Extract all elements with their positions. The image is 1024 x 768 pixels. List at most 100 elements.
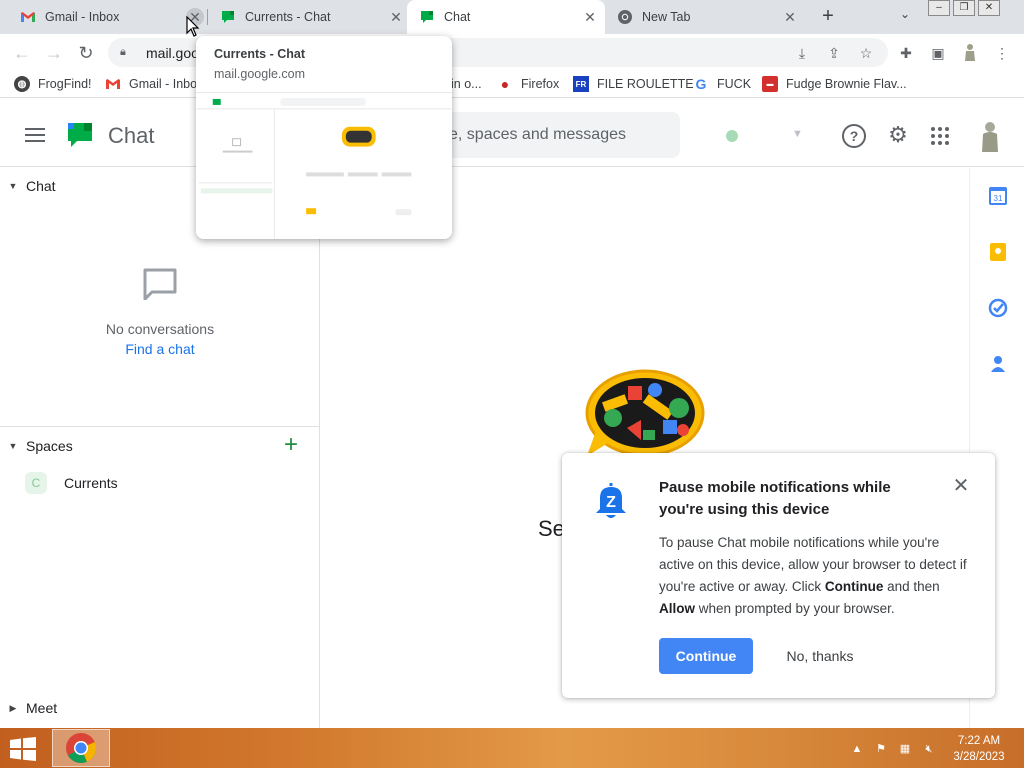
tab-search-icon[interactable]: ⌄ — [896, 7, 914, 25]
bookmark-fudge-brownie[interactable]: ▬ Fudge Brownie Flav... — [762, 75, 907, 93]
pause-notifications-dialog: Z Pause mobile notifications while you'r… — [562, 453, 995, 698]
bookmark-partial[interactable]: in o... — [451, 75, 482, 93]
install-icon[interactable]: ⤓ — [792, 43, 812, 63]
volume-muted-icon[interactable]: 🔇︎ — [922, 742, 936, 756]
file-roulette-icon: FR — [573, 76, 589, 92]
collapse-caret-icon: ▼ — [8, 181, 18, 191]
close-window-icon[interactable]: ✕ — [978, 0, 1000, 16]
menu-icon[interactable]: ⋮ — [992, 43, 1012, 63]
bookmark-label: in o... — [451, 77, 482, 91]
profile-icon[interactable] — [960, 43, 980, 63]
continue-button[interactable]: Continue — [659, 638, 753, 674]
bookmark-firefox[interactable]: ● Firefox — [497, 75, 559, 93]
close-tab-icon[interactable]: ✕ — [581, 8, 599, 26]
notification-bell-icon: Z — [596, 483, 626, 518]
help-icon[interactable]: ? — [842, 124, 866, 148]
tab-title: Gmail - Inbox — [45, 10, 120, 24]
extensions-icon[interactable]: ✚ — [896, 43, 916, 63]
google-icon: G — [695, 76, 707, 92]
tab-hover-preview: Currents - Chat mail.google.com — [196, 36, 452, 239]
bookmark-label: Firefox — [521, 77, 560, 91]
contacts-icon[interactable] — [988, 354, 1008, 374]
tab-chat[interactable]: Chat ✕ — [407, 0, 605, 34]
window-controls: – ❐ ✕ — [928, 0, 1003, 18]
bookmark-label: Fudge Brownie Flav... — [786, 77, 907, 91]
main-menu-icon[interactable] — [24, 124, 46, 146]
preview-title: Currents - Chat — [214, 47, 305, 61]
tray-chevron-up-icon[interactable]: ▲ — [850, 742, 864, 756]
spaces-section-header[interactable]: ▼ Spaces — [0, 428, 320, 464]
globe-icon: ◍ — [14, 76, 30, 92]
action-center-flag-icon[interactable]: ⚑ — [874, 742, 888, 756]
svg-text:Z: Z — [606, 494, 616, 511]
no-thanks-button[interactable]: No, thanks — [774, 638, 866, 674]
forward-icon[interactable]: → — [42, 41, 66, 65]
search-placeholder: e, spaces and messages — [449, 126, 626, 143]
share-icon[interactable]: ⇪ — [824, 43, 844, 63]
tab-new-tab[interactable]: New Tab ✕ — [607, 0, 807, 34]
new-tab-button[interactable]: + — [817, 6, 839, 28]
tab-gmail-inbox[interactable]: Gmail - Inbox ✕ — [12, 0, 204, 34]
bookmark-gmail[interactable]: Gmail - Inbo — [105, 75, 197, 93]
chat-hero-illustration — [585, 369, 705, 457]
maximize-icon[interactable]: ❐ — [953, 0, 975, 16]
lock-icon: 🔒︎ — [120, 46, 126, 58]
windows-taskbar: ▲ ⚑ ▦ 🔇︎ 7:22 AM 3/28/2023 — [0, 728, 1024, 768]
svg-text:31: 31 — [994, 194, 1003, 203]
app-title: Chat — [108, 123, 155, 148]
status-dot — [726, 130, 738, 142]
close-tab-icon[interactable]: ✕ — [781, 8, 799, 26]
body-text: and then — [883, 579, 940, 594]
close-tab-icon[interactable]: ✕ — [387, 8, 405, 26]
meet-section-header[interactable]: ▶ Meet — [0, 694, 320, 722]
body-text: when prompted by your browser. — [695, 601, 895, 616]
taskbar-chrome-button[interactable] — [52, 729, 110, 767]
chrome-icon — [66, 733, 97, 763]
chat-header: Chat e, spaces and messages ▼ ? ⚙ — [0, 104, 1024, 167]
profile-avatar-icon — [965, 44, 975, 61]
google-chat-logo-icon — [68, 123, 92, 147]
side-panel-icon[interactable]: ▣ — [928, 43, 948, 63]
firefox-icon: ● — [500, 76, 510, 92]
google-chat-icon — [421, 11, 433, 23]
taskbar-clock[interactable]: 7:22 AM 3/28/2023 — [948, 733, 1010, 765]
preview-url: mail.google.com — [214, 67, 306, 81]
add-space-button[interactable]: + — [280, 433, 302, 457]
recipe-icon: ▬ — [762, 76, 778, 92]
space-name: Currents — [64, 475, 118, 491]
minimize-icon[interactable]: – — [928, 0, 950, 16]
chat-bubble-icon — [143, 268, 177, 301]
bookmark-google[interactable]: G FUCK — [693, 75, 751, 93]
back-icon[interactable]: ← — [10, 41, 34, 65]
search-input[interactable]: e, spaces and messages — [445, 112, 680, 158]
bookmark-label: FILE ROULETTE — [597, 77, 694, 91]
gmail-icon — [21, 12, 35, 22]
avatar[interactable] — [976, 120, 1004, 152]
gear-icon[interactable]: ⚙ — [886, 124, 910, 148]
bookmark-label: FUCK — [717, 77, 752, 91]
calendar-icon[interactable]: 31 — [988, 186, 1008, 206]
bookmark-star-icon[interactable]: ☆ — [856, 43, 876, 63]
section-divider — [0, 426, 320, 427]
left-navigation: ▼ Chat No conversations Find a chat ▼ Sp… — [0, 168, 320, 728]
windows-start-icon[interactable] — [9, 737, 37, 761]
status-selector[interactable]: ▼ — [708, 116, 816, 156]
tab-title: New Tab — [642, 10, 691, 24]
find-chat-link[interactable]: Find a chat — [0, 341, 320, 357]
google-chat-icon — [222, 11, 234, 23]
chevron-down-icon: ▼ — [792, 128, 803, 140]
tab-currents-chat[interactable]: Currents - Chat ✕ — [210, 0, 405, 34]
network-icon[interactable]: ▦ — [898, 742, 912, 756]
dialog-title: Pause mobile notifications while you're … — [659, 479, 891, 518]
reload-icon[interactable]: ↻ — [74, 41, 98, 65]
close-icon[interactable]: ✕ — [951, 476, 971, 497]
bookmark-frogfind[interactable]: ◍ FrogFind! — [14, 75, 92, 93]
gmail-icon — [106, 79, 120, 89]
bookmark-label: Gmail - Inbo — [129, 77, 198, 91]
keep-icon[interactable] — [988, 242, 1008, 262]
tab-strip: Gmail - Inbox ✕ Currents - Chat ✕ Chat ✕… — [0, 0, 1024, 34]
tasks-icon[interactable] — [988, 298, 1008, 318]
space-item-currents[interactable]: C Currents — [0, 468, 320, 498]
google-apps-icon[interactable] — [931, 127, 949, 145]
bookmark-file-roulette[interactable]: FR FILE ROULETTE — [573, 75, 694, 93]
